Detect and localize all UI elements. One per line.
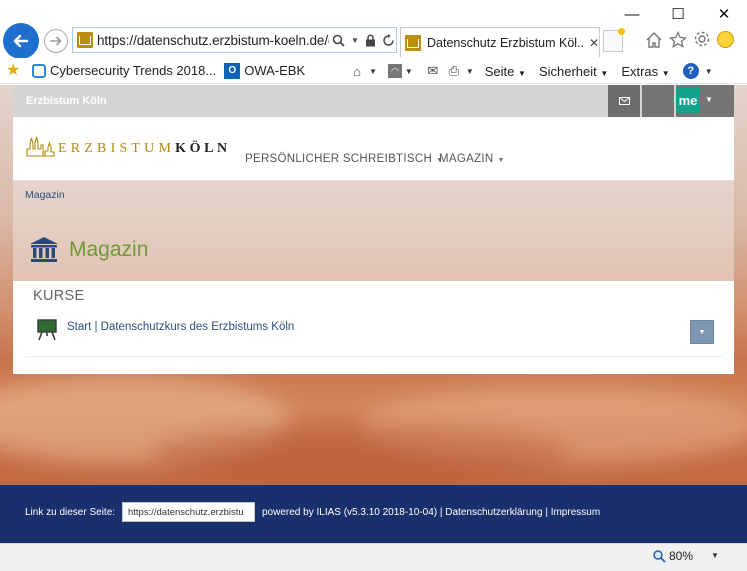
home-icon[interactable]: [645, 31, 663, 48]
brand-name: Erzbistum Köln: [26, 95, 107, 107]
zoom-level: 80%: [669, 549, 694, 563]
course-link[interactable]: Start | Datenschutzkurs des Erzbistums K…: [67, 321, 294, 333]
breadcrumb[interactable]: Magazin: [25, 189, 65, 201]
courses-panel: KURSE Start | Datenschutzkurs des Erzbis…: [13, 281, 734, 374]
favorite-cybersecurity[interactable]: Cybersecurity Trends 2018...: [32, 63, 216, 78]
browser-tab[interactable]: Datenschutz Erzbistum Köl... ✕: [400, 27, 600, 57]
zoom-magnifier-icon: [653, 549, 666, 563]
footer-links[interactable]: powered by ILIAS (v5.3.10 2018-10-04) | …: [262, 507, 600, 518]
logo-text: ERZBISTUMKÖLN: [58, 141, 231, 156]
zoom-control[interactable]: 80%: [653, 549, 693, 563]
outlook-icon: O: [224, 62, 241, 79]
favorites-star-icon[interactable]: [669, 30, 687, 48]
back-arrow-icon: [13, 34, 29, 48]
forward-arrow-icon: [50, 36, 62, 46]
tab-favicon-icon: [405, 34, 421, 51]
chevron-down-icon: ▼: [698, 328, 706, 336]
browser-status-bar: 80% ▼: [0, 543, 747, 571]
back-button[interactable]: [3, 23, 39, 59]
search-icon[interactable]: [332, 34, 345, 47]
command-bar: ⌂ ▼ ◠ ▼ ✉ ⎙ ▼ Seite ▼ Sicherheit ▼ Extras ▼…: [348, 58, 721, 84]
address-bar[interactable]: https://datenschutz.erzbistum-koeln.de/g…: [72, 27, 397, 53]
course-chalkboard-icon: [37, 319, 57, 341]
home-dropdown-icon[interactable]: ▼: [369, 67, 377, 76]
page-title: Magazin: [69, 238, 149, 261]
cathedral-logo-icon: [26, 136, 55, 157]
new-tab-button[interactable]: [603, 28, 625, 52]
feeds-icon[interactable]: ◠: [387, 64, 402, 78]
mail-button[interactable]: [608, 85, 640, 117]
permalink-label: Link zu dieser Seite:: [25, 507, 116, 518]
url-text[interactable]: https://datenschutz.erzbistum-koeln.de/g…: [97, 33, 329, 48]
feeds-dropdown-icon[interactable]: ▼: [405, 67, 413, 76]
notification-button[interactable]: [642, 85, 674, 117]
page-viewport: Erzbistum Köln me ▼ ERZBISTUMKÖLN PERSÖN…: [0, 85, 747, 543]
home-command-icon[interactable]: ⌂: [348, 63, 366, 79]
nav-magazin[interactable]: MAGAZIN ▼: [439, 153, 505, 165]
page-footer: Link zu dieser Seite: https://datenschut…: [0, 485, 747, 543]
address-dropdown-icon[interactable]: ▼: [351, 36, 359, 45]
forward-button[interactable]: [44, 29, 68, 53]
mail-command-icon[interactable]: ✉: [424, 63, 442, 79]
chevron-down-icon: ▼: [497, 157, 505, 164]
help-icon[interactable]: ?: [682, 63, 699, 79]
ie-page-icon: [32, 63, 46, 78]
main-header: ERZBISTUMKÖLN PERSÖNLICHER SCHREIBTISCH ▼…: [13, 117, 734, 181]
menu-seite[interactable]: Seite ▼: [485, 64, 526, 79]
lock-icon[interactable]: [365, 34, 376, 47]
tab-close-icon[interactable]: ✕: [589, 36, 599, 50]
print-dropdown-icon[interactable]: ▼: [466, 67, 474, 76]
user-avatar[interactable]: me: [676, 87, 700, 113]
mail-icon: [618, 97, 630, 105]
help-dropdown-icon[interactable]: ▼: [705, 67, 713, 76]
favorites-bar: ★ Cybersecurity Trends 2018... O OWA-EBK…: [0, 58, 747, 84]
repository-building-icon: [30, 237, 58, 262]
refresh-icon[interactable]: [382, 33, 395, 47]
permalink-input[interactable]: https://datenschutz.erzbistu: [122, 502, 255, 522]
favorite-owa[interactable]: O OWA-EBK: [224, 62, 306, 79]
section-heading: KURSE: [33, 288, 85, 304]
favorite-label: OWA-EBK: [244, 63, 306, 78]
courses-list: KURSE Start | Datenschutzkurs des Erzbis…: [25, 283, 722, 357]
user-menu-dropdown-icon[interactable]: ▼: [705, 95, 713, 104]
print-icon[interactable]: ⎙: [445, 63, 463, 79]
site-favicon-icon: [77, 32, 93, 48]
background-cloud: [150, 425, 570, 485]
nav-persoenlicher-schreibtisch[interactable]: PERSÖNLICHER SCHREIBTISCH ▼: [245, 153, 443, 165]
menu-sicherheit[interactable]: Sicherheit ▼: [539, 64, 608, 79]
tab-title: Datenschutz Erzbistum Köl...: [427, 35, 583, 50]
course-actions-dropdown[interactable]: ▼: [690, 320, 714, 344]
settings-gear-icon[interactable]: [693, 30, 711, 48]
erzbistum-logo[interactable]: ERZBISTUMKÖLN: [26, 135, 231, 157]
add-favorite-icon[interactable]: ★: [6, 62, 24, 80]
page-header-area: Magazin Magazin: [13, 181, 734, 281]
feedback-smiley-icon[interactable]: [717, 30, 734, 48]
zoom-dropdown-icon[interactable]: ▼: [711, 551, 719, 560]
favorite-label: Cybersecurity Trends 2018...: [50, 63, 217, 78]
ilias-top-bar: Erzbistum Köln me ▼: [13, 85, 734, 117]
menu-extras[interactable]: Extras ▼: [621, 64, 669, 79]
address-row: https://datenschutz.erzbistum-koeln.de/g…: [0, 22, 747, 59]
